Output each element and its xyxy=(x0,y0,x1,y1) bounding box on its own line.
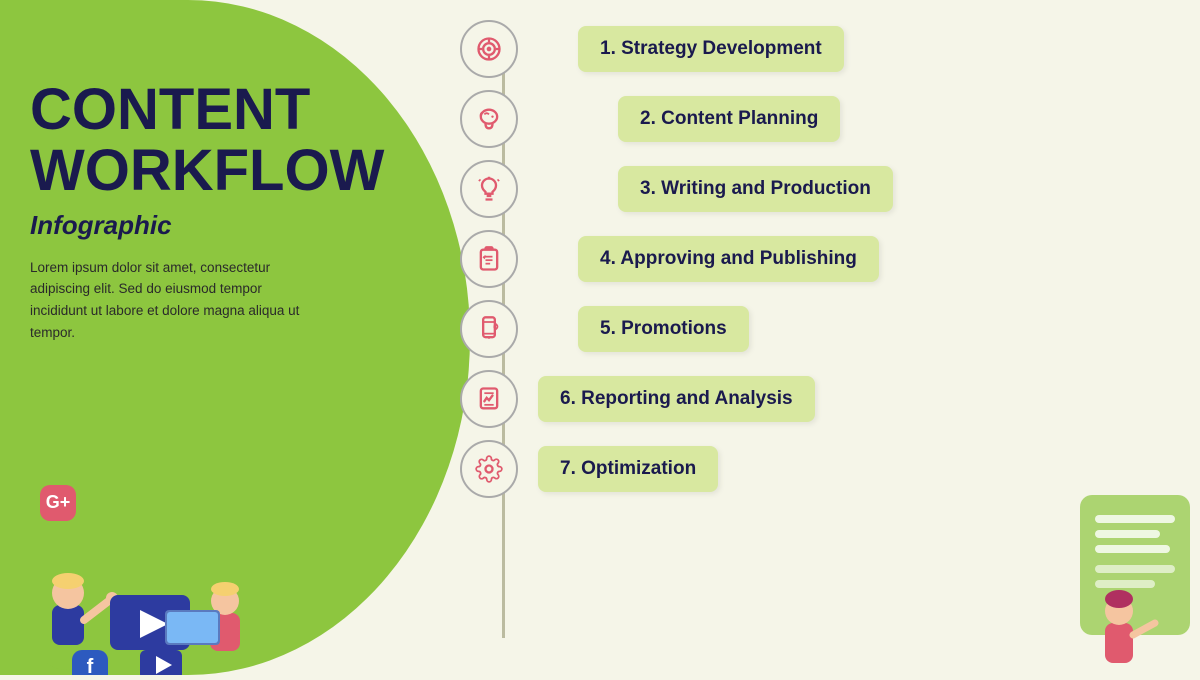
timeline-item-6: 6. Reporting and Analysis xyxy=(460,370,1140,428)
description: Lorem ipsum dolor sit amet, consectetur … xyxy=(30,257,300,343)
icon-circle-6 xyxy=(460,370,518,428)
timeline-item-7: 7. Optimization xyxy=(460,440,1140,498)
icon-circle-2 xyxy=(460,90,518,148)
step-box-3: 3. Writing and Production xyxy=(618,166,893,212)
settings-icon xyxy=(475,455,503,483)
timeline-item-2: 2. Content Planning xyxy=(460,90,1140,148)
illustration-right xyxy=(1040,475,1200,675)
icon-circle-7 xyxy=(460,440,518,498)
icon-circle-1 xyxy=(460,20,518,78)
subtitle: Infographic xyxy=(30,210,330,241)
left-illustration-svg: G+ f xyxy=(10,465,300,675)
clipboard-icon xyxy=(475,245,503,273)
main-title: CONTENT WORKFLOW xyxy=(30,80,330,202)
svg-text:f: f xyxy=(87,656,94,675)
step-box-7: 7. Optimization xyxy=(538,446,718,492)
step-box-4: 4. Approving and Publishing xyxy=(578,236,879,282)
step-box-1: 1. Strategy Development xyxy=(578,26,844,72)
title-area: CONTENT WORKFLOW Infographic Lorem ipsum… xyxy=(30,80,330,343)
step-box-2: 2. Content Planning xyxy=(618,96,840,142)
step-box-6: 6. Reporting and Analysis xyxy=(538,376,815,422)
icon-circle-3 xyxy=(460,160,518,218)
brain-icon xyxy=(475,105,503,133)
right-illustration-svg xyxy=(1040,475,1200,675)
step-box-5: 5. Promotions xyxy=(578,306,749,352)
lightbulb-icon xyxy=(475,175,503,203)
chart-icon xyxy=(475,385,503,413)
timeline-item-1: 1. Strategy Development xyxy=(460,20,1140,78)
timeline-item-5: 5. Promotions xyxy=(460,300,1140,358)
svg-text:G+: G+ xyxy=(46,492,71,512)
timeline-item-4: 4. Approving and Publishing xyxy=(460,230,1140,288)
timeline-item-3: 3. Writing and Production xyxy=(460,160,1140,218)
mobile-icon xyxy=(475,315,503,343)
icon-circle-5 xyxy=(460,300,518,358)
target-icon xyxy=(475,35,503,63)
timeline-area: 1. Strategy Development 2. Content Plann… xyxy=(460,20,1140,660)
illustration-left: G+ f xyxy=(10,465,300,675)
icon-circle-4 xyxy=(460,230,518,288)
